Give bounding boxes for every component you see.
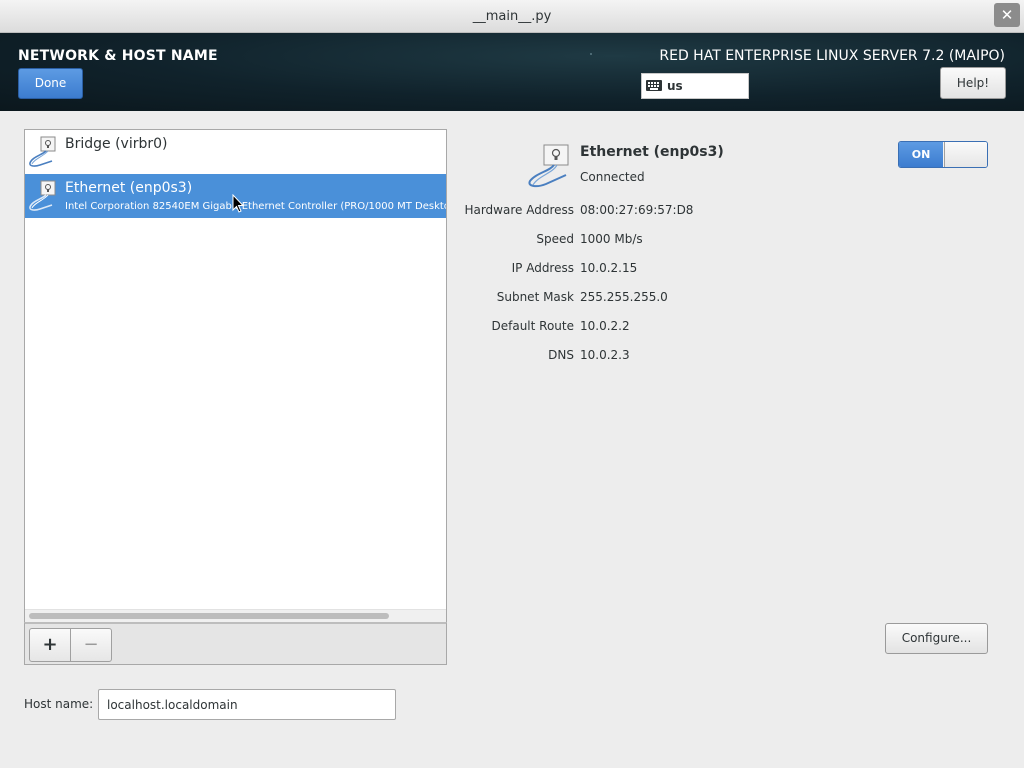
network-wired-icon (29, 136, 56, 167)
hostname-label: Host name: (24, 697, 94, 711)
window-titlebar: __main__.py ✕ (0, 0, 1024, 33)
property-label: DNS (548, 348, 574, 362)
property-value: 10.0.2.15 (580, 261, 638, 275)
close-icon[interactable]: ✕ (994, 3, 1020, 27)
property-label: Default Route (491, 319, 575, 333)
property-value: 1000 Mb/s (580, 232, 643, 246)
property-row-ip-address: IP Address 10.0.2.15 (460, 261, 860, 279)
device-detail-name: Ethernet (enp0s3) (580, 144, 724, 160)
spoke-header: NETWORK & HOST NAME Done RED HAT ENTERPR… (0, 33, 1024, 111)
mouse-pointer-icon (232, 194, 244, 213)
network-wired-icon (528, 144, 569, 188)
property-row-hardware-address: Hardware Address 08:00:27:69:57:D8 (460, 203, 860, 221)
property-value: 10.0.2.3 (580, 348, 630, 362)
property-label: Subnet Mask (496, 290, 574, 304)
keyboard-layout-indicator[interactable]: us (641, 73, 749, 99)
property-row-subnet-mask: Subnet Mask 255.255.255.0 (460, 290, 860, 308)
done-button[interactable]: Done (18, 68, 83, 99)
property-value: 08:00:27:69:57:D8 (580, 203, 694, 217)
switch-on-label: ON (899, 142, 943, 167)
property-value: 10.0.2.2 (580, 319, 630, 333)
page-title: NETWORK & HOST NAME (18, 48, 218, 64)
device-name: Ethernet (enp0s3) (65, 180, 193, 196)
hostname-input[interactable] (98, 689, 396, 720)
property-label: Speed (536, 232, 574, 246)
product-title: RED HAT ENTERPRISE LINUX SERVER 7.2 (MAI… (659, 48, 1005, 64)
device-item-bridge[interactable]: Bridge (virbr0) (25, 130, 446, 174)
keyboard-layout-label: us (667, 79, 683, 93)
property-label: IP Address (511, 261, 574, 275)
device-description: Intel Corporation 82540EM Gigabit Ethern… (65, 201, 446, 212)
header-decoration (590, 53, 592, 55)
property-row-speed: Speed 1000 Mb/s (460, 232, 860, 250)
property-value: 255.255.255.0 (580, 290, 668, 304)
device-name: Bridge (virbr0) (65, 136, 168, 152)
scrollbar-thumb[interactable] (29, 613, 389, 619)
horizontal-scrollbar[interactable] (25, 609, 446, 622)
device-on-off-switch[interactable]: ON (898, 141, 988, 168)
help-button[interactable]: Help! (940, 67, 1006, 99)
network-wired-icon (29, 180, 56, 211)
device-detail-status: Connected (580, 170, 645, 184)
remove-device-button[interactable]: − (70, 628, 112, 662)
switch-knob[interactable] (944, 142, 987, 167)
configure-button[interactable]: Configure... (885, 623, 988, 654)
window-title: __main__.py (472, 9, 552, 24)
device-list-toolbar: + − (24, 622, 447, 665)
property-label: Hardware Address (464, 203, 574, 217)
add-device-button[interactable]: + (29, 628, 71, 662)
property-row-dns: DNS 10.0.2.3 (460, 348, 860, 366)
property-row-default-route: Default Route 10.0.2.2 (460, 319, 860, 337)
keyboard-icon (646, 80, 662, 91)
